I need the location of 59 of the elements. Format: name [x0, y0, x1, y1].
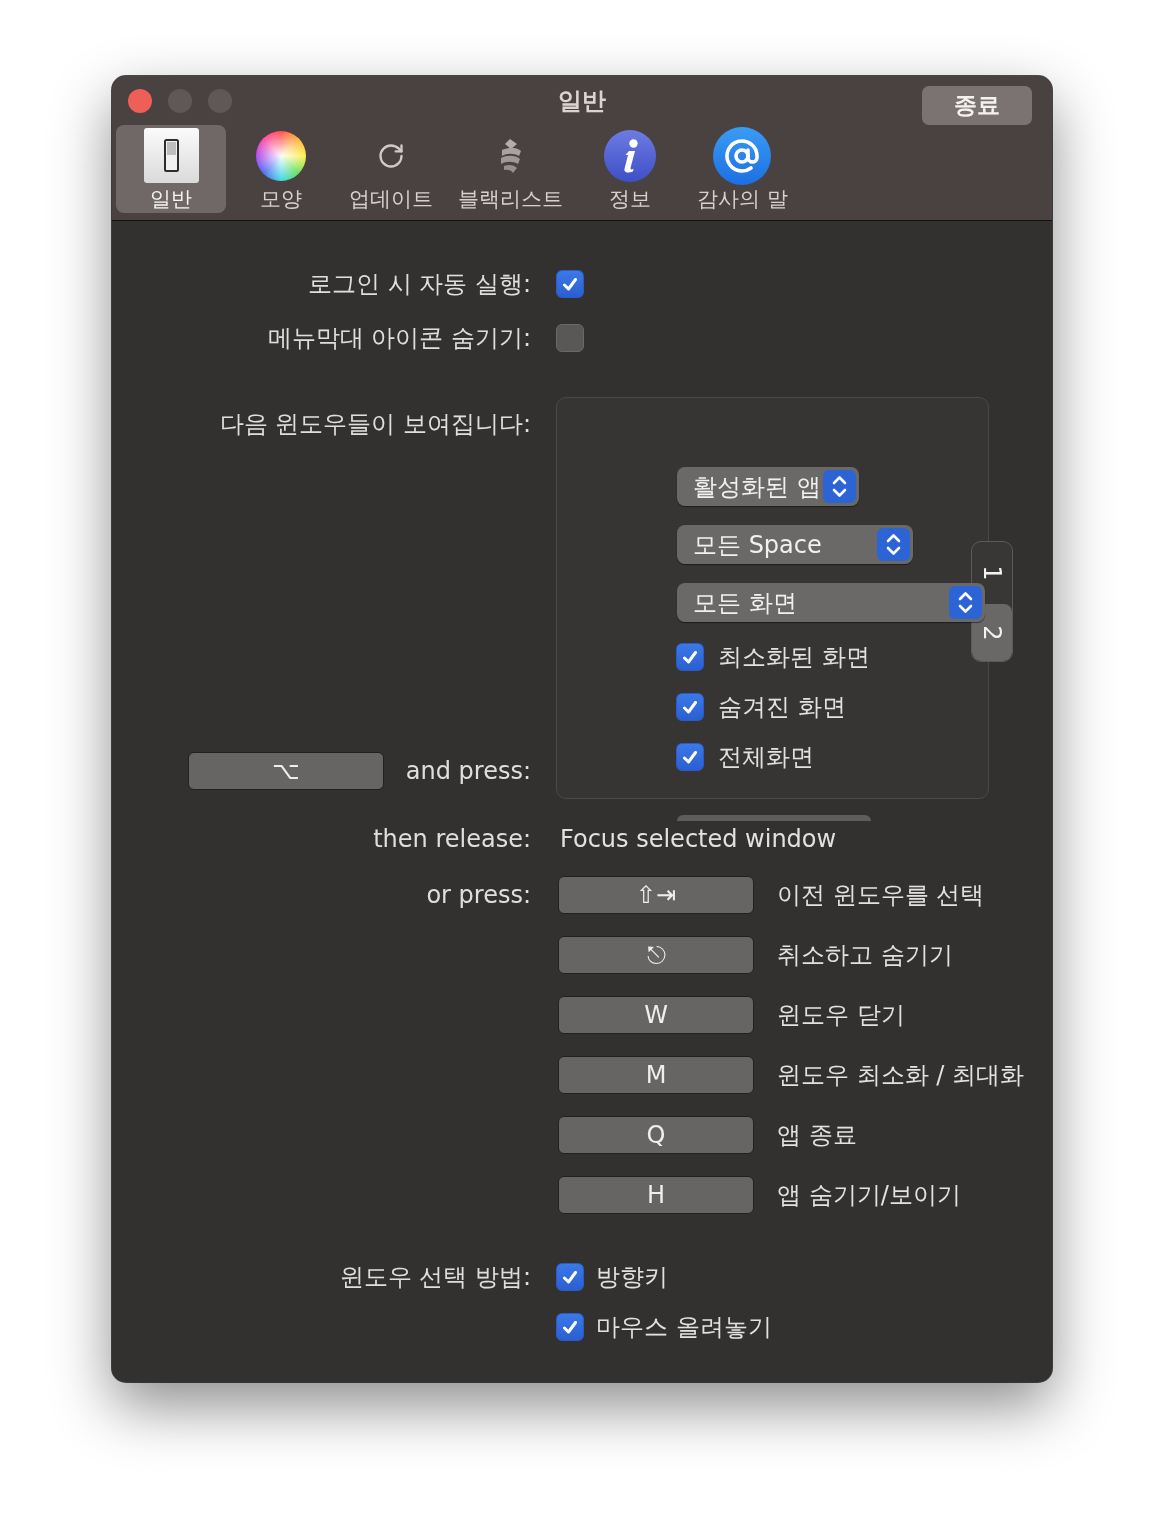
shortcut-label: 앱 종료	[777, 1120, 857, 1150]
toolbar-item[interactable]: 업데이트	[336, 125, 446, 213]
checkmark-icon	[563, 277, 577, 291]
shortcut-label: 취소하고 숨기기	[777, 940, 953, 970]
checkbox-label: 방향키	[596, 1262, 668, 1292]
setting-label: then release:	[373, 824, 531, 854]
info-icon	[604, 129, 656, 182]
setting-label: 윈도우 선택 방법:	[339, 1262, 531, 1292]
popup-button[interactable]: 모든 Space	[677, 525, 913, 564]
refresh-icon	[377, 141, 405, 170]
setting-label: or press:	[426, 880, 531, 910]
popup-button[interactable]: 모든 화면	[677, 583, 985, 622]
checkbox[interactable]	[556, 324, 584, 352]
checkmark-icon	[563, 1270, 577, 1284]
shortcut-label: 이전 윈도우를 선택	[777, 880, 985, 910]
action-text: Focus selected window	[560, 824, 837, 854]
key-button[interactable]: M	[558, 1056, 754, 1094]
key-button[interactable]: Q	[558, 1116, 754, 1154]
toolbar-item[interactable]: 감사의 말	[685, 125, 800, 213]
toolbar-item[interactable]: 일반	[116, 125, 226, 213]
key-button[interactable]: ⇧⇥	[558, 876, 754, 914]
shortcut-label: 윈도우 닫기	[777, 1000, 905, 1030]
setting-label: 메뉴막대 아이콘 숨기기:	[267, 323, 531, 353]
close-button[interactable]	[128, 88, 152, 113]
toolbar-item[interactable]: 모양	[226, 125, 336, 213]
shortcut-label: 윈도우 최소화 / 최대화	[777, 1060, 1024, 1090]
checkmark-icon	[563, 1320, 577, 1334]
checkbox-label: 마우스 올려놓기	[596, 1312, 772, 1342]
checkbox-label: 숨겨진 화면	[718, 692, 846, 722]
window-title: 일반	[558, 85, 606, 116]
quit-button[interactable]: 종료	[922, 86, 1032, 125]
chevron-up-down-icon	[823, 470, 856, 503]
light-switch-icon	[143, 128, 199, 183]
checkbox[interactable]	[676, 693, 704, 721]
setting-label: 로그인 시 자동 실행:	[308, 269, 531, 299]
checkbox-label: 전체화면	[718, 742, 814, 772]
key-button[interactable]: ⌥	[187, 752, 384, 790]
checkmark-icon	[683, 750, 697, 764]
chevron-up-down-icon	[949, 586, 982, 619]
color-wheel-icon	[256, 130, 306, 181]
checkbox[interactable]	[676, 643, 704, 671]
setting-label: and press:	[405, 756, 531, 786]
checkbox[interactable]	[556, 270, 584, 298]
popup-button[interactable]: 활성화된 앱	[677, 467, 859, 506]
toolbar-item[interactable]: 블랙리스트	[446, 125, 575, 213]
shortcut-label: 앱 숨기기/보이기	[777, 1180, 961, 1210]
checkbox[interactable]	[556, 1313, 584, 1341]
checkbox-label: 최소화된 화면	[718, 642, 870, 672]
toolbar-item[interactable]: 정보	[575, 125, 685, 213]
key-button[interactable]: H	[558, 1176, 754, 1214]
checkmark-icon	[683, 700, 697, 714]
tab[interactable]: 2	[972, 604, 1012, 661]
checkbox[interactable]	[676, 743, 704, 771]
setting-label: 다음 윈도우들이 보여집니다:	[219, 409, 531, 439]
key-button[interactable]: ⎋	[558, 936, 754, 974]
key-button[interactable]: W	[558, 996, 754, 1034]
chevron-up-down-icon	[877, 528, 910, 561]
checkmark-icon	[683, 650, 697, 664]
checkbox[interactable]	[556, 1263, 584, 1291]
